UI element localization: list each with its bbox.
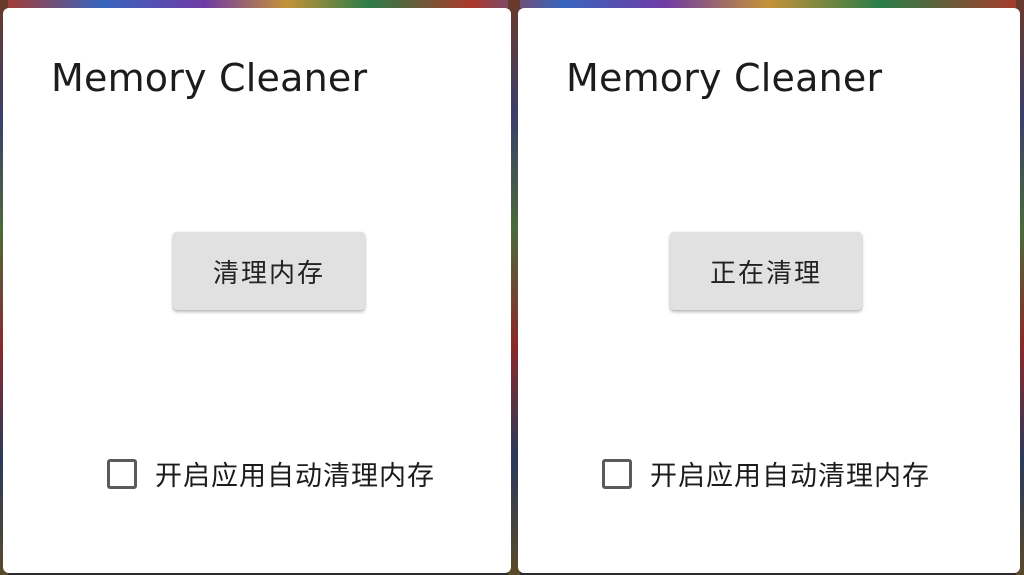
auto-clean-option[interactable]: 开启应用自动清理内存: [602, 454, 930, 493]
memory-cleaner-dialog-idle: Memory Cleaner 清理内存 开启应用自动清理内存: [3, 8, 511, 573]
memory-cleaner-dialog-cleaning: Memory Cleaner 正在清理 开启应用自动清理内存: [518, 8, 1020, 573]
auto-clean-label: 开启应用自动清理内存: [650, 461, 930, 492]
auto-clean-label: 开启应用自动清理内存: [155, 461, 435, 492]
auto-clean-checkbox[interactable]: [107, 458, 137, 489]
dialog-title: Memory Cleaner: [51, 56, 368, 100]
dialog-title: Memory Cleaner: [566, 56, 883, 100]
cleaning-in-progress-button[interactable]: 正在清理: [670, 232, 862, 310]
auto-clean-checkbox[interactable]: [602, 458, 632, 489]
clean-memory-button[interactable]: 清理内存: [173, 232, 365, 310]
ai-generated-watermark: 豆包AI生成: [926, 549, 1012, 568]
auto-clean-option[interactable]: 开启应用自动清理内存: [107, 454, 435, 493]
